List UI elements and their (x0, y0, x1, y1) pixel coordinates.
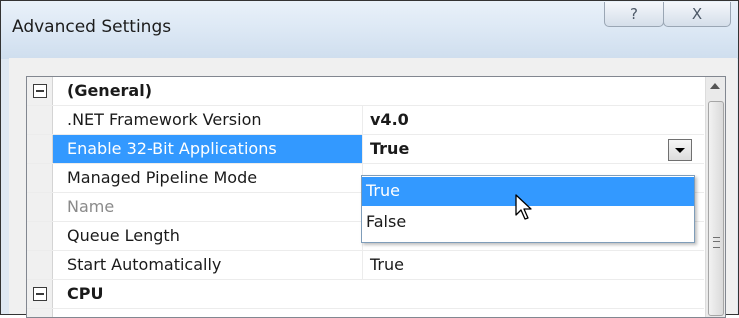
property-name-cell: Queue Length (53, 222, 363, 250)
close-button[interactable]: X (663, 2, 731, 27)
grip-icon (713, 237, 720, 248)
column-divider (362, 135, 363, 163)
help-button[interactable]: ? (604, 2, 664, 27)
title-bar: Advanced Settings ? X (1, 1, 738, 59)
property-name: .NET Framework Version (67, 110, 262, 129)
property-name-cell: .NET Framework Version (53, 106, 363, 134)
property-name: Start Automatically (67, 255, 222, 274)
mouse-pointer-icon (515, 194, 532, 220)
scroll-thumb[interactable] (708, 101, 724, 316)
category-row-cpu[interactable]: CPU (27, 280, 704, 309)
category-row-general[interactable]: (General) (27, 77, 704, 106)
property-name-cell: Name (53, 193, 363, 221)
property-name: Enable 32-Bit Applications (67, 139, 277, 158)
property-value: v4.0 (370, 110, 409, 129)
collapse-icon[interactable] (33, 287, 47, 301)
vertical-scrollbar[interactable] (705, 77, 725, 317)
help-icon: ? (630, 5, 638, 23)
property-row[interactable]: .NET Framework Version v4.0 (27, 106, 704, 135)
property-value[interactable]: True (370, 139, 409, 158)
property-name-cell: Managed Pipeline Mode (53, 164, 363, 192)
option-label: False (366, 212, 407, 231)
dropdown-arrow-button[interactable] (668, 139, 692, 161)
property-name: Name (67, 197, 115, 216)
property-name: Queue Length (67, 226, 180, 245)
property-value: True (370, 255, 404, 274)
property-name-cell: Enable 32-Bit Applications (53, 135, 363, 163)
category-label: (General) (67, 81, 153, 100)
close-icon: X (691, 5, 703, 23)
property-row-selected[interactable]: Enable 32-Bit Applications True (27, 135, 704, 164)
collapse-icon[interactable] (33, 84, 47, 98)
property-name-cell: Start Automatically (53, 251, 363, 279)
category-label: CPU (67, 284, 104, 303)
column-divider (362, 106, 363, 134)
property-name: Managed Pipeline Mode (67, 168, 258, 187)
window-title: Advanced Settings (12, 17, 172, 37)
option-label: True (366, 181, 400, 200)
column-divider (362, 251, 363, 279)
scroll-up-icon[interactable] (710, 83, 720, 89)
property-row[interactable]: Start Automatically True (27, 251, 704, 280)
